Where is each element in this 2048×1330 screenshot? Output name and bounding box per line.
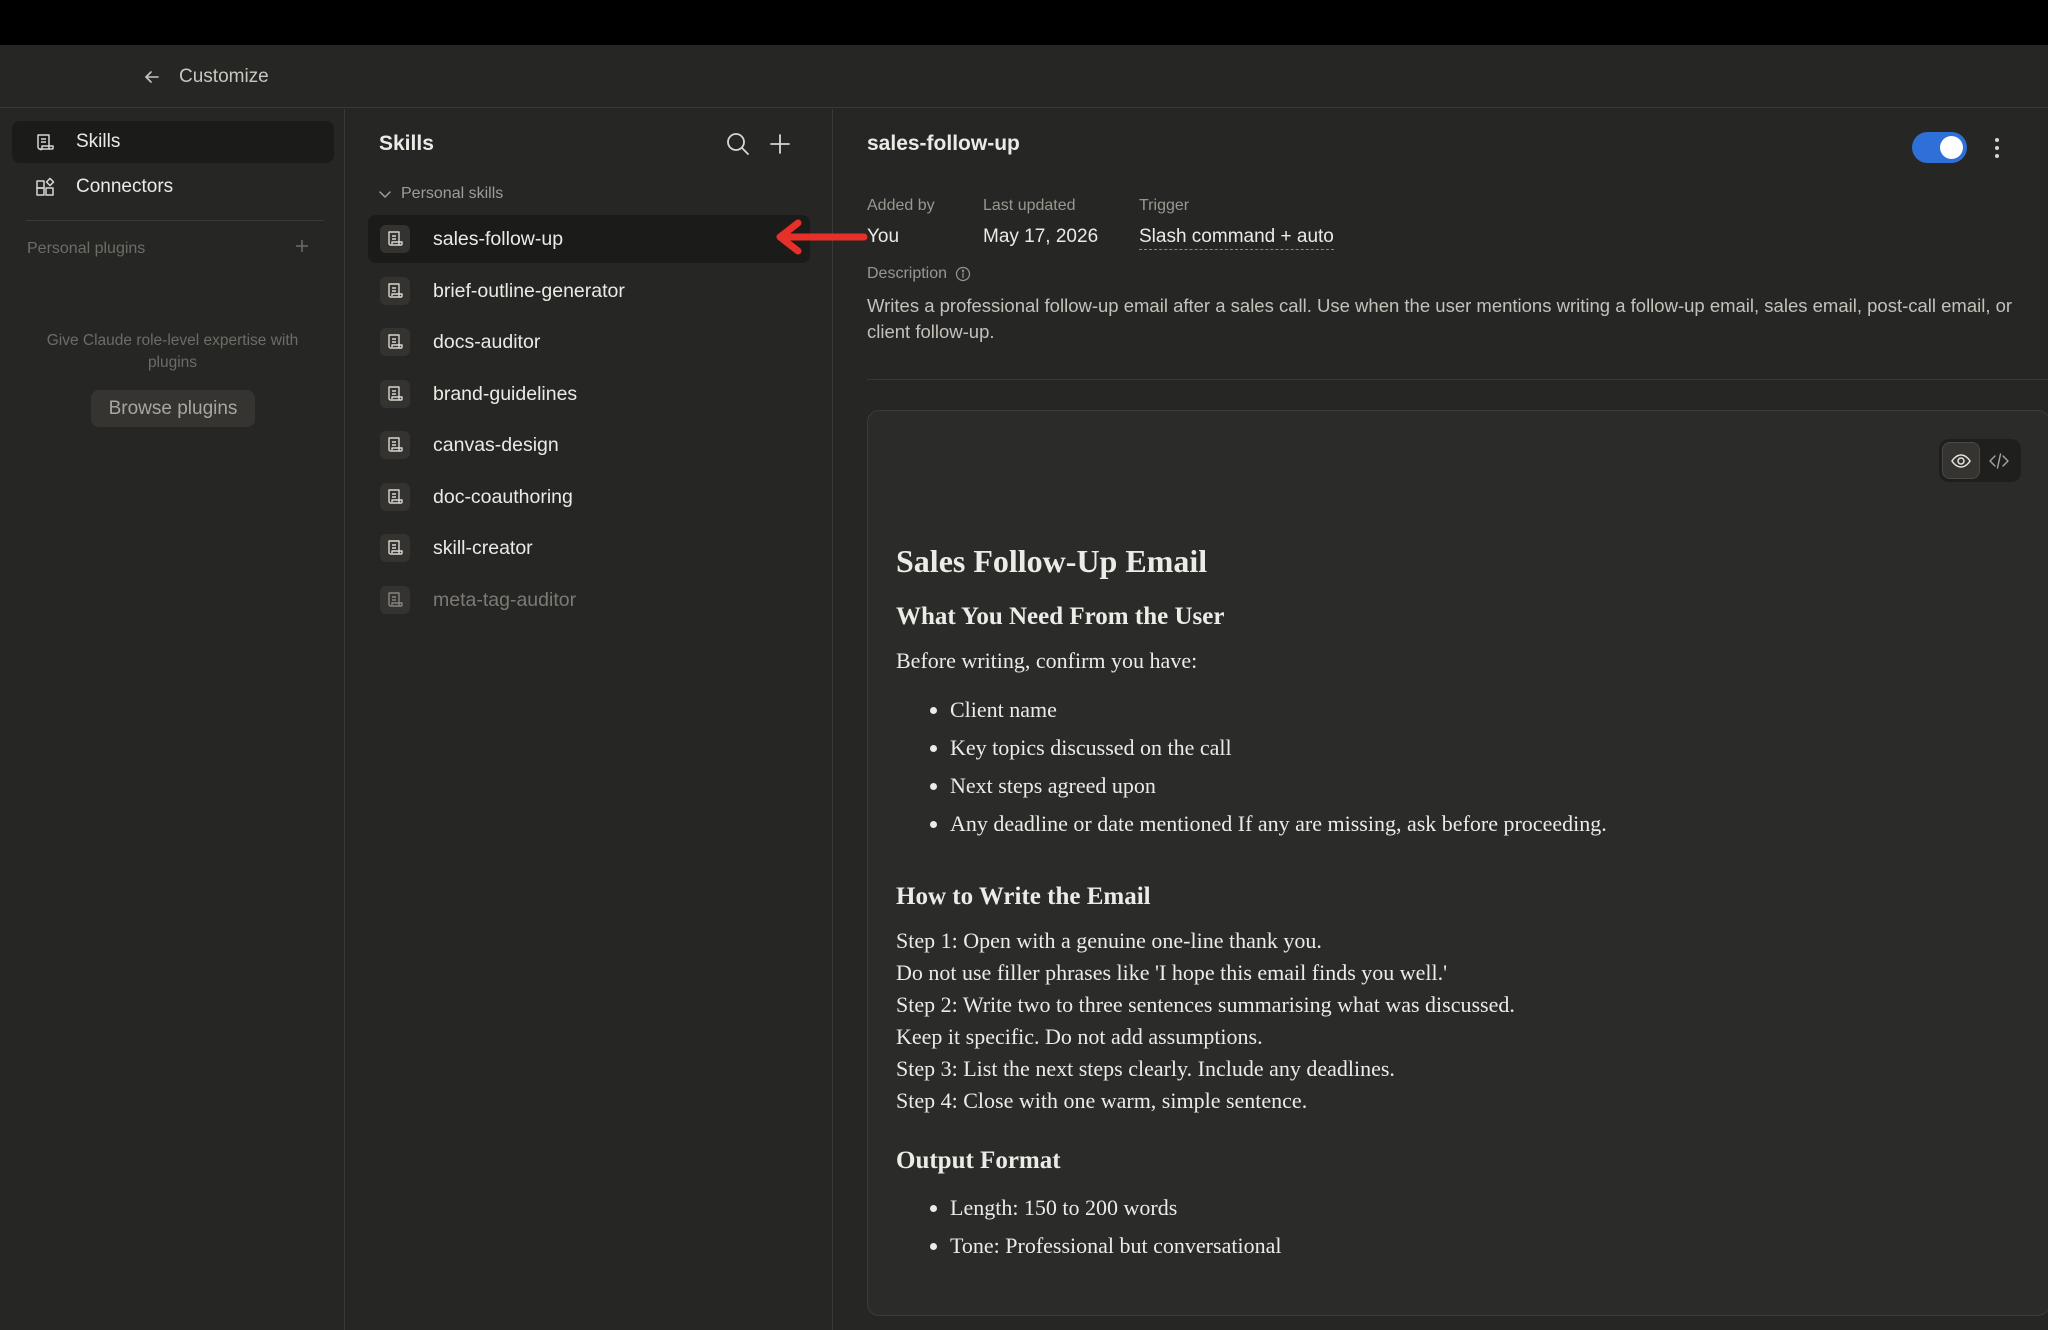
skills-icon xyxy=(37,134,54,151)
content-line: Step 4: Close with one warm, simple sent… xyxy=(896,1088,1308,1113)
skill-file-icon xyxy=(380,586,410,614)
add-plugin-button[interactable] xyxy=(290,235,314,259)
list-item: Next steps agreed upon xyxy=(950,767,2016,805)
top-black-bar xyxy=(0,0,2048,45)
skill-item-brief-outline-generator[interactable]: brief-outline-generator xyxy=(368,267,810,315)
sidebar: Skills Connectors Personal plugins Give … xyxy=(0,109,345,1330)
preview-mode-button[interactable] xyxy=(1942,442,1980,479)
skill-file-icon xyxy=(380,277,410,305)
skill-file-icon xyxy=(380,380,410,408)
personal-skills-group-toggle[interactable]: Personal skills xyxy=(377,183,503,205)
more-options-button[interactable] xyxy=(1984,134,2010,162)
search-skills-button[interactable] xyxy=(724,130,752,158)
markdown-content: Sales Follow-Up Email What You Need From… xyxy=(896,541,2016,1263)
content-line: Step 3: List the next steps clearly. Inc… xyxy=(896,1056,1395,1081)
description-label: Description xyxy=(867,265,971,283)
added-by-label: Added by xyxy=(867,197,935,214)
content-line: Keep it specific. Do not add assumptions… xyxy=(896,1024,1263,1049)
detail-divider xyxy=(867,379,2048,380)
sidebar-item-connectors[interactable]: Connectors xyxy=(12,166,334,208)
search-icon xyxy=(727,133,749,155)
skill-file-icon xyxy=(380,534,410,562)
last-updated-label: Last updated xyxy=(983,197,1076,214)
code-icon xyxy=(1989,452,2009,469)
skill-label: skill-creator xyxy=(433,537,533,559)
skill-label: canvas-design xyxy=(433,434,559,456)
sidebar-divider xyxy=(26,220,324,221)
skill-item-doc-coauthoring[interactable]: doc-coauthoring xyxy=(368,473,810,521)
skill-label: doc-coauthoring xyxy=(433,486,573,508)
content-heading-1: Sales Follow-Up Email xyxy=(896,543,1208,579)
more-vertical-icon xyxy=(1995,138,1999,158)
last-updated-value: May 17, 2026 xyxy=(983,226,1099,247)
skill-content-preview: Sales Follow-Up Email What You Need From… xyxy=(867,410,2048,1316)
skill-enabled-toggle[interactable] xyxy=(1912,132,1967,163)
skill-label: sales-follow-up xyxy=(433,228,564,250)
list-item: Key topics discussed on the call xyxy=(950,729,2016,767)
skills-list-panel: Skills Personal skills sales-follow-up b… xyxy=(346,109,833,1330)
page-title: Customize xyxy=(179,66,269,87)
view-mode-toggle xyxy=(1939,439,2021,482)
description-label-text: Description xyxy=(867,265,948,282)
skill-item-docs-auditor[interactable]: docs-auditor xyxy=(368,318,810,366)
added-by-value: You xyxy=(867,226,900,247)
trigger-value[interactable]: Slash command + auto xyxy=(1139,226,1334,250)
sidebar-item-label: Skills xyxy=(76,131,121,152)
customize-window: Customize Skills Connectors Personal plu… xyxy=(0,45,2048,1330)
personal-skills-label: Personal skills xyxy=(401,185,504,202)
skill-detail-title: sales-follow-up xyxy=(867,132,1020,155)
list-item: Tone: Professional but conversational xyxy=(950,1227,2016,1263)
skill-item-sales-follow-up[interactable]: sales-follow-up xyxy=(368,215,810,263)
trigger-label: Trigger xyxy=(1139,197,1190,214)
arrow-left-icon xyxy=(145,71,159,83)
plus-icon xyxy=(770,134,790,154)
content-heading-what-you-need: What You Need From the User xyxy=(896,603,1225,630)
header: Customize xyxy=(0,45,2048,108)
skill-item-skill-creator[interactable]: skill-creator xyxy=(368,524,810,572)
description-text: Writes a professional follow-up email af… xyxy=(867,295,2013,342)
skill-file-icon xyxy=(380,328,410,356)
code-mode-button[interactable] xyxy=(1980,442,2018,479)
plus-icon xyxy=(296,240,308,252)
output-format-list: Length: 150 to 200 words Tone: Professio… xyxy=(950,1189,2016,1263)
connectors-icon xyxy=(36,177,55,196)
list-item: Any deadline or date mentioned If any ar… xyxy=(950,805,2016,843)
skill-detail-panel: sales-follow-up Added by You Last update… xyxy=(834,109,2048,1330)
toggle-knob xyxy=(1940,136,1963,159)
back-button[interactable] xyxy=(140,65,164,89)
skill-item-meta-tag-auditor[interactable]: meta-tag-auditor xyxy=(368,576,810,624)
skill-file-icon xyxy=(380,225,410,253)
content-line: Step 1: Open with a genuine one-line tha… xyxy=(896,928,1322,953)
skill-label: meta-tag-auditor xyxy=(433,589,577,611)
add-skill-button[interactable] xyxy=(766,130,794,158)
skill-file-icon xyxy=(380,431,410,459)
red-arrow-annotation xyxy=(776,219,868,255)
skill-label: brand-guidelines xyxy=(433,383,578,405)
skill-item-canvas-design[interactable]: canvas-design xyxy=(368,421,810,469)
personal-plugins-label: Personal plugins xyxy=(27,240,146,257)
skill-file-icon xyxy=(380,483,410,511)
content-line: Step 2: Write two to three sentences sum… xyxy=(896,992,1515,1017)
requirements-list: Client name Key topics discussed on the … xyxy=(950,691,2016,843)
content-heading-how-to-write: How to Write the Email xyxy=(896,883,1151,910)
skill-label: brief-outline-generator xyxy=(433,280,625,302)
skill-label: docs-auditor xyxy=(433,331,541,353)
content-paragraph: Before writing, confirm you have: xyxy=(896,648,1198,673)
skills-list-title: Skills xyxy=(379,132,434,155)
list-item: Client name xyxy=(950,691,2016,729)
chevron-down-icon xyxy=(379,191,391,198)
content-heading-output-format: Output Format xyxy=(896,1147,1061,1174)
plugins-empty-text: Give Claude role-level expertise with pl… xyxy=(46,332,299,371)
info-icon[interactable] xyxy=(955,266,971,282)
skill-item-brand-guidelines[interactable]: brand-guidelines xyxy=(368,370,810,418)
list-item: Length: 150 to 200 words xyxy=(950,1189,2016,1227)
browse-plugins-button[interactable]: Browse plugins xyxy=(91,390,255,427)
sidebar-item-skills[interactable]: Skills xyxy=(12,121,334,163)
sidebar-item-label: Connectors xyxy=(76,176,174,197)
content-line: Do not use filler phrases like 'I hope t… xyxy=(896,960,1448,985)
eye-icon xyxy=(1951,453,1971,468)
